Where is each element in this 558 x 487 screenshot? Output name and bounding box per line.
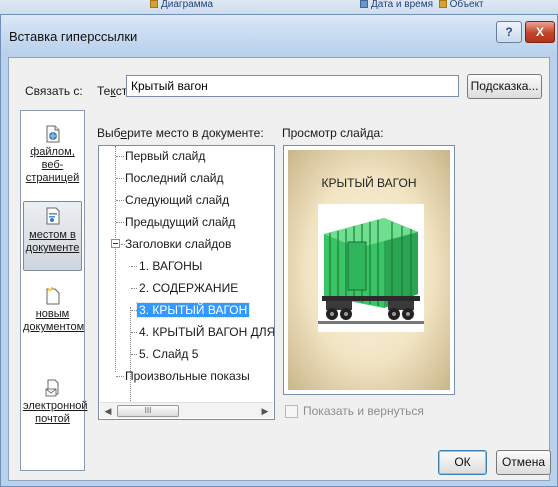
cancel-button[interactable]: Отмена [496,450,551,475]
help-button[interactable]: ? [496,21,522,43]
boxcar-drawing [318,218,424,324]
display-text-input[interactable] [126,75,459,97]
tree-item-last-slide[interactable]: Последний слайд [99,168,225,188]
tree-item-slide-titles[interactable]: Заголовки слайдов [99,234,233,254]
collapse-icon[interactable] [111,239,120,248]
tree-item-slide-4[interactable]: 4. КРЫТЫЙ ВАГОН ДЛЯ ПЕРЕ [99,322,274,342]
calendar-icon [360,0,368,8]
close-button[interactable]: X [525,21,555,43]
dialog-title-bar[interactable]: Вставка гиперссылки ? X [1,15,557,57]
scroll-thumb[interactable]: III [117,405,179,417]
tree-item-slide-3[interactable]: 3. КРЫТЫЙ ВАГОН [99,300,251,320]
slide-thumbnail: КРЫТЫЙ ВАГОН [288,150,450,390]
ribbon-datetime-item[interactable]: Дата и время Объект [360,0,484,10]
email-icon [45,379,58,397]
insert-hyperlink-dialog: Вставка гиперссылки ? X Связать с: Текст… [0,14,558,487]
scroll-right-arrow-icon[interactable]: ▶ [257,403,273,419]
place-in-document-icon [46,207,59,225]
chart-icon [150,0,158,8]
tree-item-previous-slide[interactable]: Предыдущий слайд [99,212,237,232]
tree-item-next-slide[interactable]: Следующий слайд [99,190,231,210]
ok-button[interactable]: ОК [438,450,487,475]
tree-item-slide-1[interactable]: 1. ВАГОНЫ [99,256,204,276]
link-to-file-web[interactable]: файлом, веб-страницей [23,125,82,185]
tree-horizontal-scrollbar[interactable]: ◀ III ▶ [100,402,273,418]
object-icon [438,0,447,8]
file-web-icon [46,125,59,143]
link-to-place-in-document[interactable]: местом в документе [23,201,82,271]
link-to-email[interactable]: электронной почтой [23,379,88,439]
ribbon-chart-item[interactable]: Диаграмма [150,0,213,10]
dialog-body: Связать с: Текст: Подсказка... файлом, в… [8,57,551,481]
tree-item-custom-shows[interactable]: Произвольные показы [99,366,252,386]
show-and-return-label: Показать и вернуться [303,404,424,418]
new-document-icon [46,287,59,305]
tree-item-slide-5[interactable]: 5. Слайд 5 [99,344,200,364]
host-ribbon-strip: Диаграмма Дата и время Объект [0,0,558,14]
slide-title: КРЫТЫЙ ВАГОН [321,176,417,190]
place-label: Выберите место в документе: [97,126,264,140]
help-icon: ? [505,25,513,39]
preview-label: Просмотр слайда: [282,126,384,140]
tree-item-slide-2[interactable]: 2. СОДЕРЖАНИЕ [99,278,240,298]
scroll-left-arrow-icon[interactable]: ◀ [100,403,116,419]
tree-item-first-slide[interactable]: Первый слайд [99,146,207,166]
show-and-return-checkbox[interactable] [285,405,298,418]
close-icon: X [535,25,544,39]
green-boxcar-image [318,204,424,332]
link-to-label: Связать с: [25,84,83,98]
slide-preview: КРЫТЫЙ ВАГОН [283,145,455,395]
dialog-title: Вставка гиперссылки [9,29,138,44]
link-to-bar: файлом, веб-страницей местом в документе… [20,110,88,471]
screen-tip-button[interactable]: Подсказка... [467,74,542,99]
link-to-new-document[interactable]: новым документом [23,287,84,347]
document-place-tree[interactable]: Первый слайд Последний слайд Следующий с… [98,145,275,420]
